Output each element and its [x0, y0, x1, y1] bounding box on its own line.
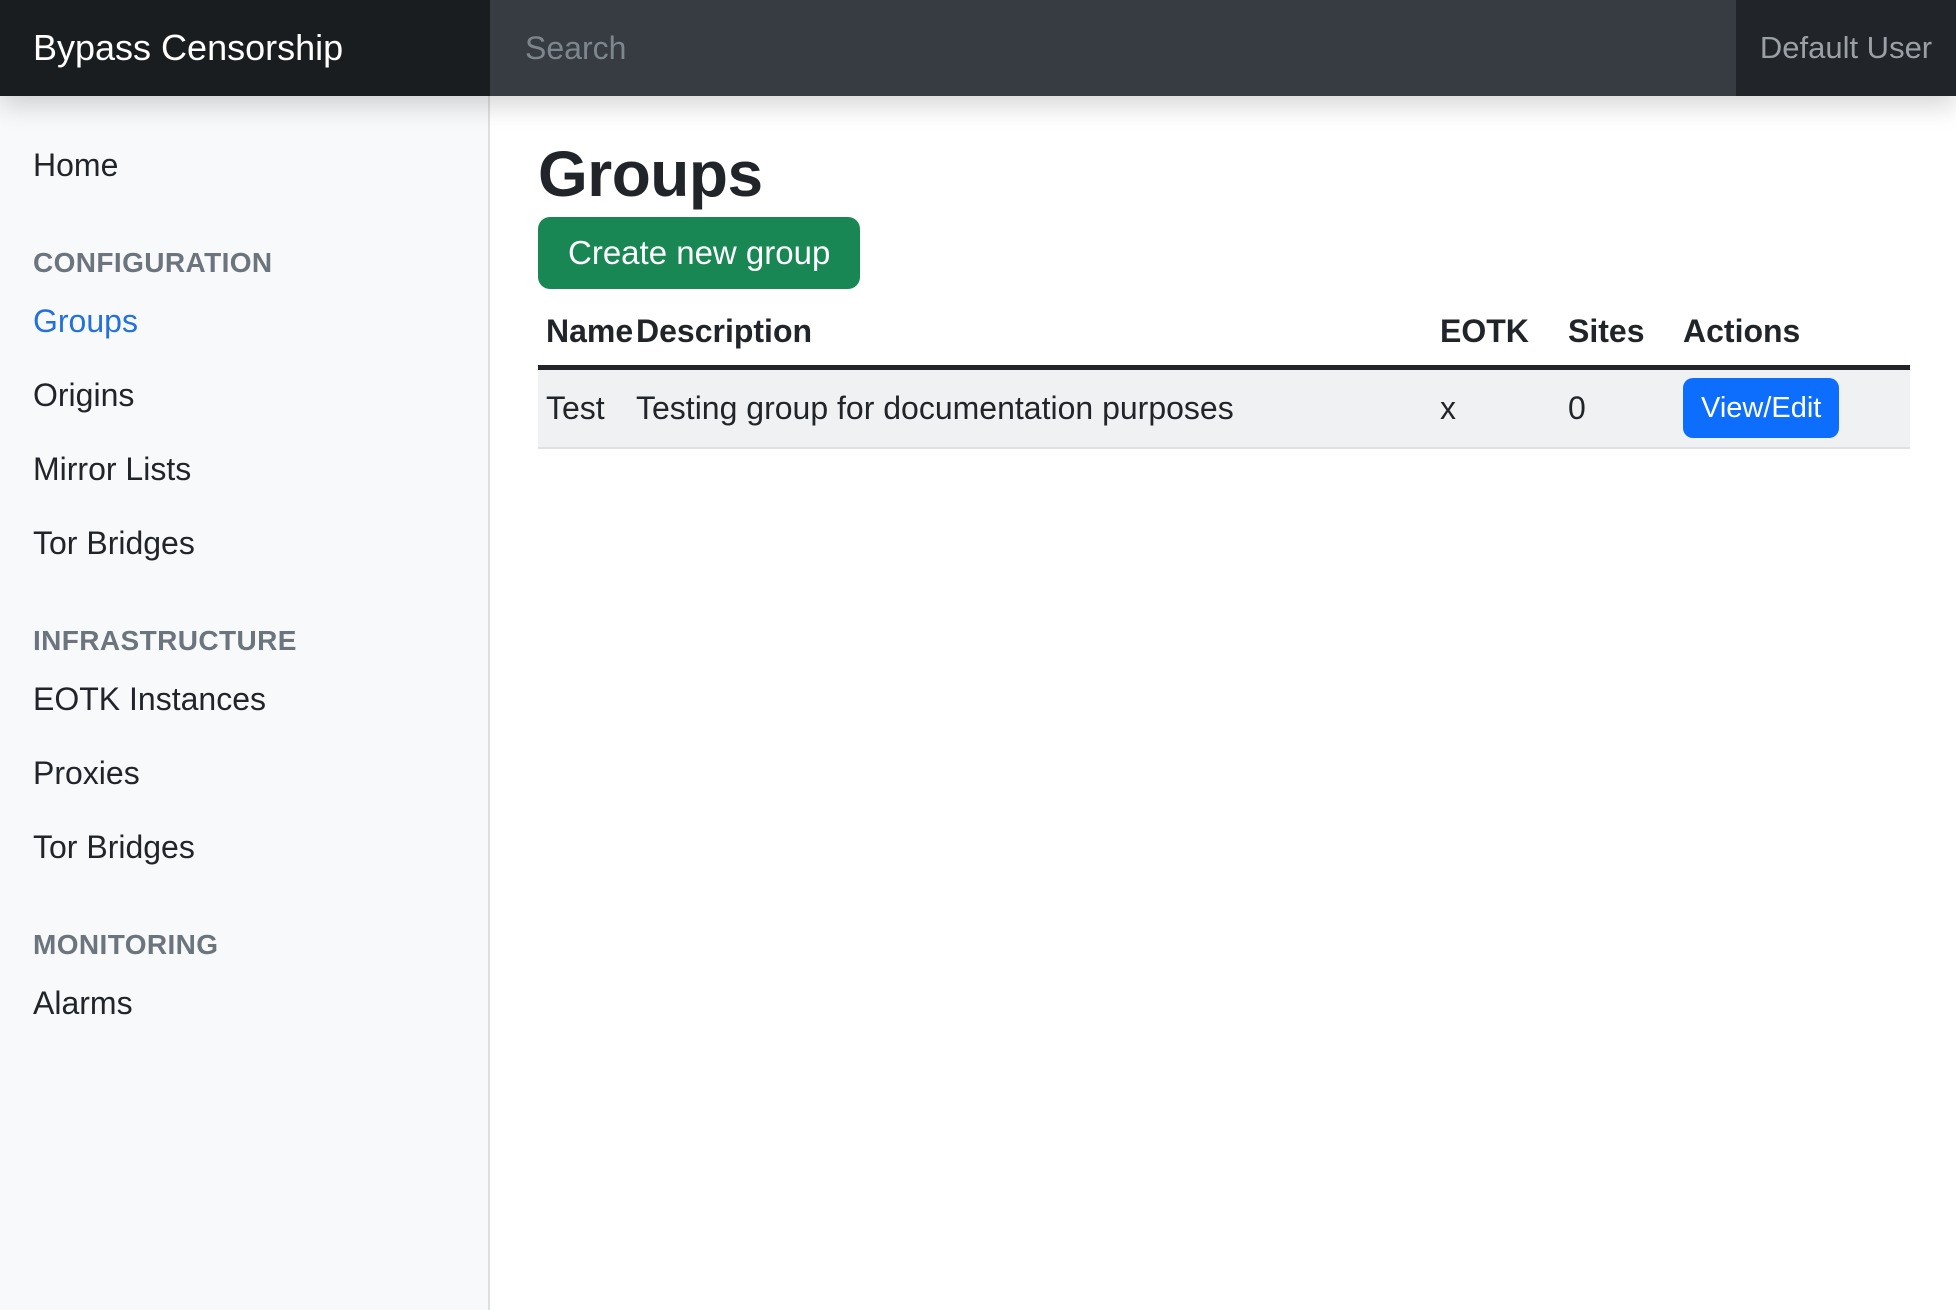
create-new-group-button[interactable]: Create new group [538, 217, 860, 289]
cell-eotk: x [1432, 368, 1560, 448]
sidebar-item-tor-bridges-config[interactable]: Tor Bridges [0, 506, 490, 580]
app-title[interactable]: Bypass Censorship [0, 0, 490, 96]
sidebar-item-groups[interactable]: Groups [0, 284, 490, 358]
sidebar-item-proxies[interactable]: Proxies [0, 736, 490, 810]
sidebar-item-alarms[interactable]: Alarms [0, 966, 490, 1040]
column-header-name: Name [538, 297, 628, 368]
sidebar: Home CONFIGURATION Groups Origins Mirror… [0, 96, 490, 1310]
user-menu[interactable]: Default User [1736, 0, 1956, 96]
cell-name: Test [538, 368, 628, 448]
sidebar-heading-monitoring: MONITORING [0, 924, 490, 966]
column-header-eotk: EOTK [1432, 297, 1560, 368]
top-navbar: Bypass Censorship Default User [0, 0, 1956, 96]
cell-description: Testing group for documentation purposes [628, 368, 1432, 448]
column-header-sites: Sites [1560, 297, 1675, 368]
groups-table: Name Description EOTK Sites Actions Test… [538, 297, 1910, 449]
view-edit-button[interactable]: View/Edit [1683, 378, 1839, 438]
main-content: Groups Create new group Name Description… [490, 96, 1956, 1310]
table-row: Test Testing group for documentation pur… [538, 368, 1910, 448]
search-input[interactable] [490, 0, 1736, 96]
page-title: Groups [538, 136, 1908, 213]
sidebar-item-eotk-instances[interactable]: EOTK Instances [0, 662, 490, 736]
search-bar [490, 0, 1736, 96]
sidebar-heading-configuration: CONFIGURATION [0, 242, 490, 284]
sidebar-item-tor-bridges-infra[interactable]: Tor Bridges [0, 810, 490, 884]
sidebar-heading-infrastructure: INFRASTRUCTURE [0, 620, 490, 662]
column-header-actions: Actions [1675, 297, 1910, 368]
cell-actions: View/Edit [1675, 368, 1910, 448]
cell-sites: 0 [1560, 368, 1675, 448]
sidebar-item-home[interactable]: Home [0, 128, 490, 202]
sidebar-item-mirror-lists[interactable]: Mirror Lists [0, 432, 490, 506]
table-header-row: Name Description EOTK Sites Actions [538, 297, 1910, 368]
column-header-description: Description [628, 297, 1432, 368]
sidebar-item-origins[interactable]: Origins [0, 358, 490, 432]
